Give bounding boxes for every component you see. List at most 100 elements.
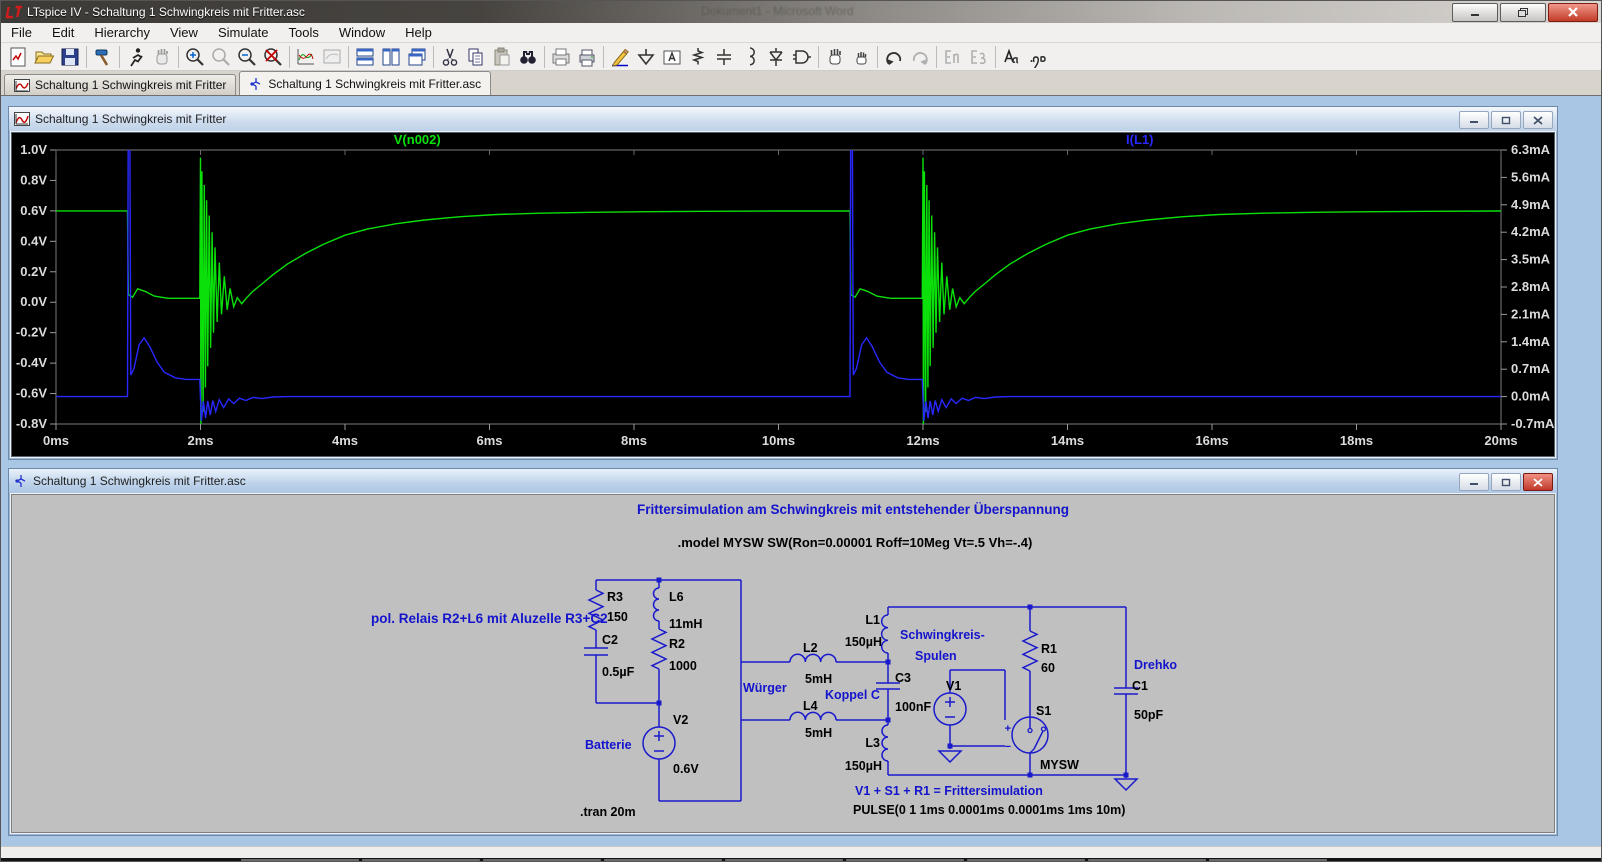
undo-icon[interactable] [881, 44, 907, 70]
schematic-text[interactable]: 150µH [845, 759, 882, 773]
schematic-text[interactable]: R3 [607, 590, 623, 604]
menu-window[interactable]: Window [329, 24, 395, 41]
schematic-text[interactable]: L4 [803, 699, 818, 713]
trace-label-V(n002)[interactable]: V(n002) [394, 133, 441, 147]
schematic-text[interactable]: 100nF [895, 700, 931, 714]
menu-view[interactable]: View [160, 24, 208, 41]
drag-icon[interactable] [848, 44, 874, 70]
resistor-icon[interactable] [685, 44, 711, 70]
menu-hierarchy[interactable]: Hierarchy [84, 24, 160, 41]
menu-tools[interactable]: Tools [279, 24, 329, 41]
tile-horizontal-icon[interactable] [352, 44, 378, 70]
schematic-text[interactable]: PULSE(0 1 1ms 0.0001ms 0.0001ms 1ms 10m) [853, 803, 1125, 817]
schematic-text[interactable]: .tran 20m [580, 805, 636, 819]
schematic-text[interactable]: V1 [946, 679, 961, 693]
schematic-text[interactable]: L1 [865, 613, 880, 627]
run-icon[interactable] [123, 44, 149, 70]
label-net-icon[interactable] [659, 44, 685, 70]
taskbar[interactable] [1, 858, 1602, 862]
restore-button[interactable] [1491, 111, 1521, 129]
schematic-text[interactable]: pol. Relais R2+L6 mit Aluzelle R3+C2 [371, 611, 608, 626]
schematic-text[interactable]: V1 + S1 + R1 = Frittersimulation [855, 784, 1043, 798]
component-icon[interactable] [789, 44, 815, 70]
redo-icon[interactable] [907, 44, 933, 70]
waveform-window-titlebar[interactable]: Schaltung 1 Schwingkreis mit Fritter [9, 107, 1557, 131]
schematic-text[interactable]: 5mH [805, 672, 832, 686]
minimize-button[interactable] [1459, 473, 1489, 491]
restore-button[interactable] [1500, 3, 1546, 22]
schematic-text[interactable]: Drehko [1134, 658, 1177, 672]
schematic-text[interactable]: − [1005, 741, 1011, 753]
schematic-window-titlebar[interactable]: Schaltung 1 Schwingkreis mit Fritter.asc [9, 469, 1557, 493]
print-icon[interactable] [574, 44, 600, 70]
x-axis[interactable]: 0ms2ms4ms6ms8ms10ms12ms14ms16ms18ms20ms [43, 150, 1518, 448]
tab-waveform[interactable]: Schaltung 1 Schwingkreis mit Fritter [4, 74, 236, 95]
restore-button[interactable] [1491, 473, 1521, 491]
save-icon[interactable] [57, 44, 83, 70]
schematic-drawing[interactable]: Frittersimulation am Schwingkreis mit en… [12, 495, 1554, 832]
schematic-text[interactable]: 0.5µF [602, 665, 635, 679]
schematic-text[interactable]: C3 [895, 671, 911, 685]
tile-vertical-icon[interactable] [378, 44, 404, 70]
move-icon[interactable] [822, 44, 848, 70]
close-button[interactable] [1548, 3, 1598, 22]
schematic-text[interactable]: 11mH [669, 617, 702, 631]
halt-icon[interactable] [149, 44, 175, 70]
control-panel-icon[interactable] [90, 44, 116, 70]
schematic-text[interactable]: Würger [743, 681, 787, 695]
close-button[interactable] [1523, 473, 1553, 491]
schematic-text[interactable]: .model MYSW SW(Ron=0.00001 Roff=10Meg Vt… [678, 535, 1033, 550]
diode-icon[interactable] [763, 44, 789, 70]
ground-icon[interactable] [633, 44, 659, 70]
trace-label-I(L1)[interactable]: I(L1) [1126, 133, 1153, 147]
schematic-text[interactable]: V2 [673, 713, 688, 727]
schematic-text[interactable]: 50pF [1134, 708, 1164, 722]
rotate-icon[interactable] [966, 44, 992, 70]
paste-icon[interactable] [489, 44, 515, 70]
copy-bitmap-icon[interactable] [548, 44, 574, 70]
new-schematic-icon[interactable] [5, 44, 31, 70]
menu-help[interactable]: Help [395, 24, 442, 41]
schematic-text[interactable]: 150µH [845, 635, 882, 649]
schematic-text[interactable]: S1 [1036, 704, 1051, 718]
text-icon[interactable] [999, 44, 1025, 70]
mirror-icon[interactable] [940, 44, 966, 70]
schematic-text[interactable]: L6 [669, 590, 684, 604]
waveform-chart[interactable]: 1.0V0.8V0.6V0.4V0.2V0.0V-0.2V-0.4V-0.6V-… [12, 133, 1554, 456]
copy-icon[interactable] [463, 44, 489, 70]
schematic-text[interactable]: 60 [1041, 661, 1055, 675]
schematic-text[interactable]: Schwingkreis- [900, 628, 985, 642]
schematic-text[interactable]: R1 [1041, 642, 1057, 656]
minimize-button[interactable] [1459, 111, 1489, 129]
right-axis[interactable]: 6.3mA5.6mA4.9mA4.2mA3.5mA2.8mA2.1mA1.4mA… [1501, 142, 1554, 431]
zoom-back-icon[interactable] [208, 44, 234, 70]
schematic-text[interactable]: R2 [669, 637, 685, 651]
schematic-text[interactable]: Koppel C [825, 688, 880, 702]
close-button[interactable] [1523, 111, 1553, 129]
wire-icon[interactable] [607, 44, 633, 70]
schematic-text[interactable]: Frittersimulation am Schwingkreis mit en… [637, 502, 1069, 517]
cascade-icon[interactable] [404, 44, 430, 70]
schematic-text[interactable]: Batterie [585, 738, 632, 752]
minimize-button[interactable] [1452, 3, 1498, 22]
left-axis[interactable]: 1.0V0.8V0.6V0.4V0.2V0.0V-0.2V-0.4V-0.6V-… [16, 142, 56, 431]
schematic-text[interactable]: MYSW [1040, 758, 1079, 772]
open-icon[interactable] [31, 44, 57, 70]
schematic-text[interactable]: C2 [602, 633, 618, 647]
find-icon[interactable] [515, 44, 541, 70]
zoom-in-icon[interactable] [182, 44, 208, 70]
schematic-text[interactable]: + [1005, 723, 1011, 735]
autorange-y-icon[interactable] [293, 44, 319, 70]
schematic-canvas[interactable]: Frittersimulation am Schwingkreis mit en… [11, 494, 1555, 833]
schematic-text[interactable]: 150 [607, 610, 628, 624]
zoom-out-icon[interactable] [234, 44, 260, 70]
zoom-full-extents-icon[interactable] [260, 44, 286, 70]
capacitor-icon[interactable] [711, 44, 737, 70]
schematic-text[interactable]: C1 [1132, 679, 1148, 693]
spice-directive-icon[interactable] [1025, 44, 1051, 70]
menu-simulate[interactable]: Simulate [208, 24, 279, 41]
waveform-plot-area[interactable]: 1.0V0.8V0.6V0.4V0.2V0.0V-0.2V-0.4V-0.6V-… [11, 132, 1555, 457]
schematic-text[interactable]: L3 [865, 736, 880, 750]
menu-edit[interactable]: Edit [42, 24, 84, 41]
menu-file[interactable]: File [1, 24, 42, 41]
